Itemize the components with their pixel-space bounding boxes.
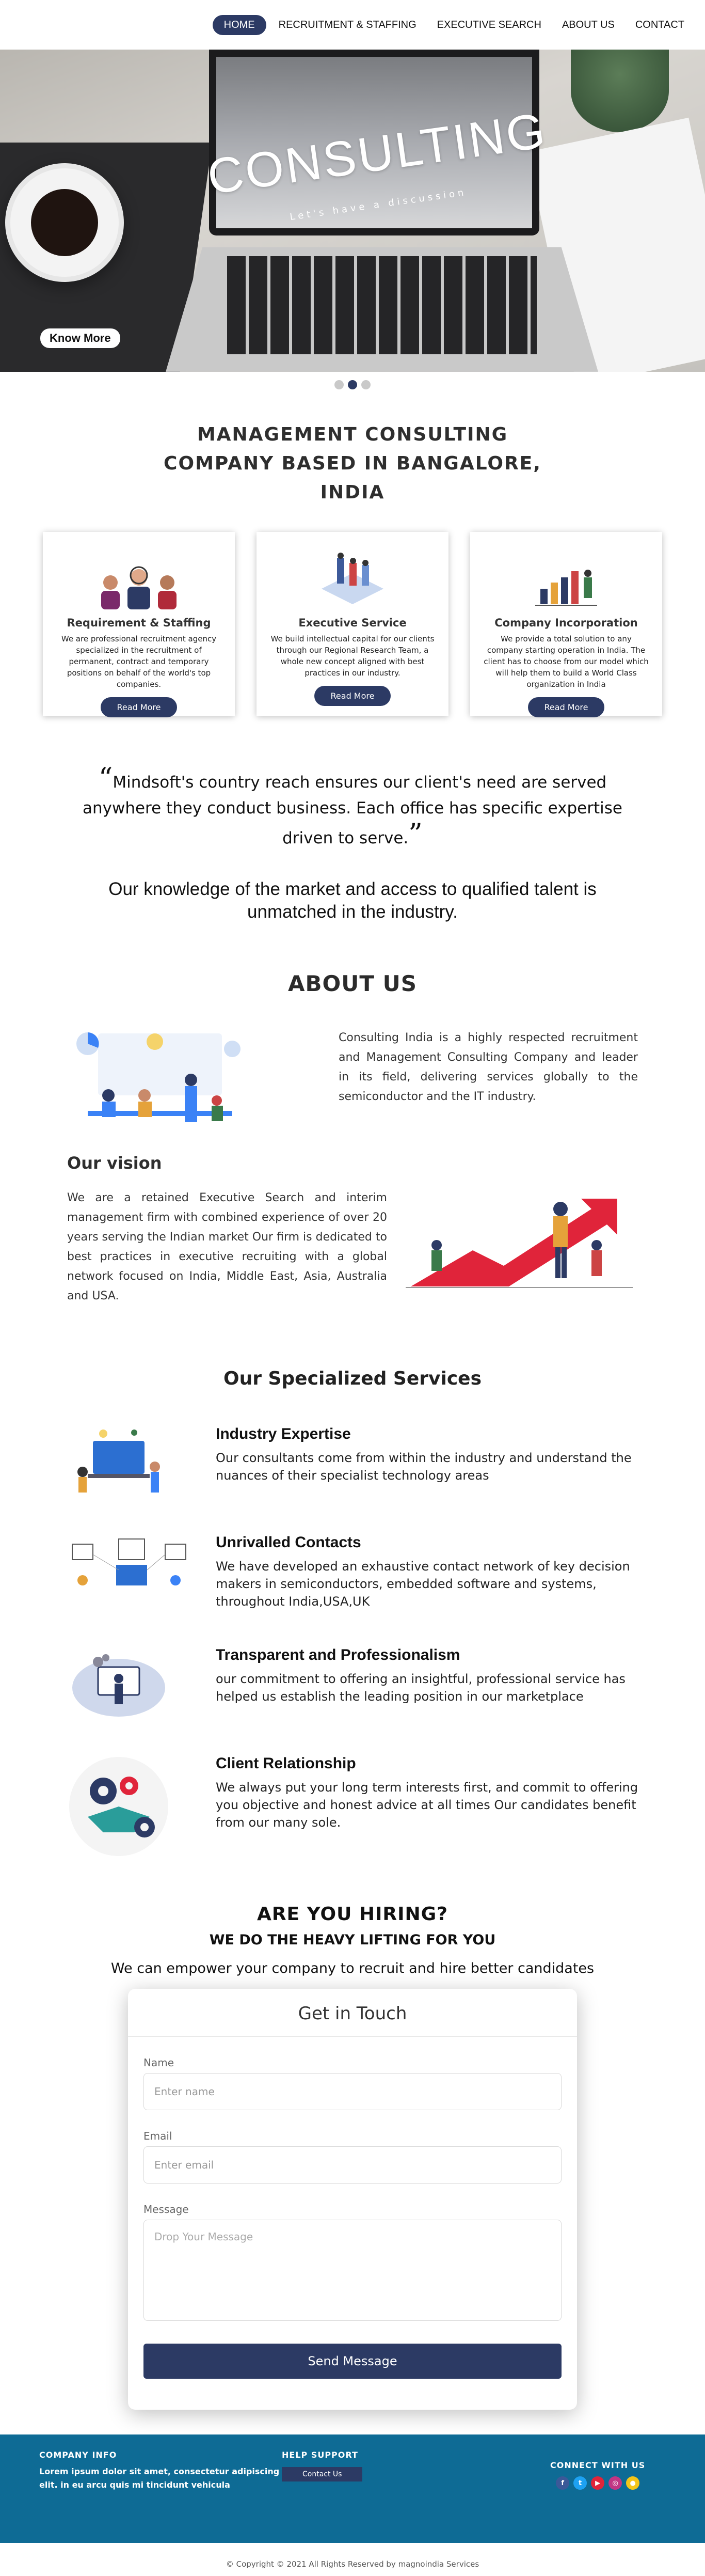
message-label: Message — [143, 2203, 189, 2216]
nav-contact[interactable]: CONTACT — [627, 15, 693, 35]
open-quote-icon: “ — [98, 762, 113, 794]
email-label: Email — [143, 2130, 172, 2142]
service-body: Unrivalled Contacts We have developed an… — [216, 1534, 639, 1610]
service-body: Transparent and Professionalism our comm… — [216, 1646, 639, 1705]
company-quote: “Mindsoft's country reach ensures our cl… — [82, 762, 622, 850]
card-text: We build intellectual capital for our cl… — [270, 634, 435, 678]
twitter-icon[interactable]: t — [573, 2476, 587, 2490]
contact-form: Get in Touch Name Enter name Email Enter… — [128, 1989, 577, 2410]
card-title: Requirement & Staffing — [67, 617, 211, 629]
footer-connect: CONNECT WITH US f t ▶ ◎ ● — [550, 2460, 645, 2543]
facebook-icon[interactable]: f — [556, 2476, 570, 2490]
carousel-dots — [0, 380, 705, 389]
services-title: Our Specialized Services — [223, 1368, 482, 1389]
service-title: Industry Expertise — [216, 1425, 351, 1442]
team-collaboration-illustration — [67, 1023, 253, 1139]
card-title: Company Incorporation — [494, 617, 638, 629]
youtube-icon[interactable]: ▶ — [591, 2476, 605, 2490]
vision-row: We are a retained Executive Search and i… — [0, 1188, 705, 1306]
hero-coffee-mug-illustration — [5, 163, 124, 282]
snapchat-icon[interactable]: ● — [626, 2476, 640, 2490]
nav-recruitment-staffing[interactable]: RECRUITMENT & STAFFING — [270, 15, 425, 35]
nav-executive-search[interactable]: EXECUTIVE SEARCH — [429, 15, 550, 35]
close-quote-icon: ” — [408, 818, 423, 850]
footer: COMPANY INFO Lorem ipsum dolor sit amet,… — [0, 2434, 705, 2543]
service-body: Industry Expertise Our consultants come … — [216, 1425, 639, 1484]
name-input[interactable]: Enter name — [143, 2073, 562, 2110]
knowledge-statement: Our knowledge of the market and access t… — [108, 879, 597, 922]
connect-heading: CONNECT WITH US — [550, 2460, 646, 2470]
card-requirement-staffing: Requirement & Staffing We are profession… — [43, 532, 235, 717]
hero-banner: CONSULTING Let's have a discussion Know … — [0, 50, 705, 372]
nav-home[interactable]: HOME — [212, 14, 266, 35]
nav-about-us[interactable]: ABOUT US — [554, 15, 623, 35]
about-text: Consulting India is a highly respected r… — [339, 1031, 638, 1103]
name-label: Name — [143, 2056, 174, 2069]
send-message-button[interactable]: Send Message — [143, 2344, 562, 2379]
top-nav: HOME RECRUITMENT & STAFFING EXECUTIVE SE… — [0, 0, 705, 50]
office-meeting-icon — [269, 553, 436, 609]
network-contacts-icon — [67, 1534, 186, 1606]
hero-plant-illustration — [571, 50, 669, 132]
service-industry-expertise: Industry Expertise Our consultants come … — [0, 1425, 705, 1498]
service-client-relationship: Client Relationship We always put your l… — [0, 1755, 705, 1856]
card-text: We provide a total solution to any compa… — [484, 634, 649, 689]
card-text: We are professional recruitment agency s… — [61, 634, 217, 689]
service-title: Client Relationship — [216, 1755, 356, 1772]
contact-us-button[interactable]: Contact Us — [282, 2467, 363, 2481]
hiring-title: ARE YOU HIRING? — [257, 1904, 448, 1925]
hiring-description: We can empower your company to recruit a… — [110, 1960, 595, 1976]
card-company-incorporation: Company Incorporation We provide a total… — [470, 532, 662, 717]
mgmt-title: MANAGEMENT CONSULTING COMPANY BASED IN B… — [164, 424, 541, 503]
carousel-dot-2[interactable] — [348, 380, 357, 389]
handshake-gears-icon — [67, 1755, 170, 1856]
card-title: Executive Service — [298, 617, 407, 629]
read-more-button[interactable]: Read More — [527, 697, 605, 717]
team-illustration-icon — [55, 553, 222, 609]
service-body: Client Relationship We always put your l… — [216, 1755, 639, 1831]
professional-desk-icon — [67, 1646, 170, 1719]
footer-company-info: COMPANY INFO Lorem ipsum dolor sit amet,… — [39, 2450, 282, 2543]
carousel-dot-1[interactable] — [334, 380, 344, 389]
service-title: Transparent and Professionalism — [216, 1646, 460, 1663]
vision-text: We are a retained Executive Search and i… — [67, 1191, 387, 1302]
service-text: our commitment to offering an insightful… — [216, 1672, 626, 1704]
email-input[interactable]: Enter email — [143, 2146, 562, 2184]
company-info-text: Lorem ipsum dolor sit amet, consectetur … — [39, 2467, 280, 2490]
social-icons: f t ▶ ◎ ● — [550, 2476, 645, 2490]
carousel-dot-3[interactable] — [361, 380, 371, 389]
read-more-button[interactable]: Read More — [100, 697, 178, 717]
form-title: Get in Touch — [128, 1989, 577, 2037]
business-growth-arrow-illustration — [400, 1188, 638, 1306]
service-title: Unrivalled Contacts — [216, 1534, 361, 1551]
copyright-text: © Copyright © 2021 All Rights Reserved b… — [226, 2559, 479, 2569]
service-cards: Requirement & Staffing We are profession… — [0, 532, 705, 717]
instagram-icon[interactable]: ◎ — [608, 2476, 622, 2490]
service-text: Our consultants come from within the ind… — [216, 1451, 632, 1483]
service-text: We always put your long term interests f… — [216, 1780, 638, 1830]
business-growth-icon — [483, 553, 650, 609]
laptop-analytics-icon — [67, 1425, 170, 1498]
card-executive-service: Executive Service We build intellectual … — [257, 532, 448, 716]
about-title: ABOUT US — [288, 971, 417, 996]
service-unrivalled-contacts: Unrivalled Contacts We have developed an… — [0, 1534, 705, 1610]
hero-keys-illustration — [227, 256, 537, 354]
service-transparent-professionalism: Transparent and Professionalism our comm… — [0, 1646, 705, 1719]
company-info-heading: COMPANY INFO — [39, 2450, 117, 2460]
help-support-heading: HELP SUPPORT — [282, 2450, 358, 2460]
message-textarea[interactable]: Drop Your Message — [143, 2220, 562, 2321]
hiring-subtitle: WE DO THE HEAVY LIFTING FOR YOU — [209, 1932, 496, 1948]
know-more-button[interactable]: Know More — [40, 328, 120, 348]
service-text: We have developed an exhaustive contact … — [216, 1559, 630, 1609]
about-row: Consulting India is a highly respected r… — [0, 1023, 705, 1139]
read-more-button[interactable]: Read More — [314, 686, 391, 706]
footer-help-support: HELP SUPPORT Contact Us — [282, 2450, 550, 2543]
vision-title: Our vision — [67, 1153, 162, 1173]
